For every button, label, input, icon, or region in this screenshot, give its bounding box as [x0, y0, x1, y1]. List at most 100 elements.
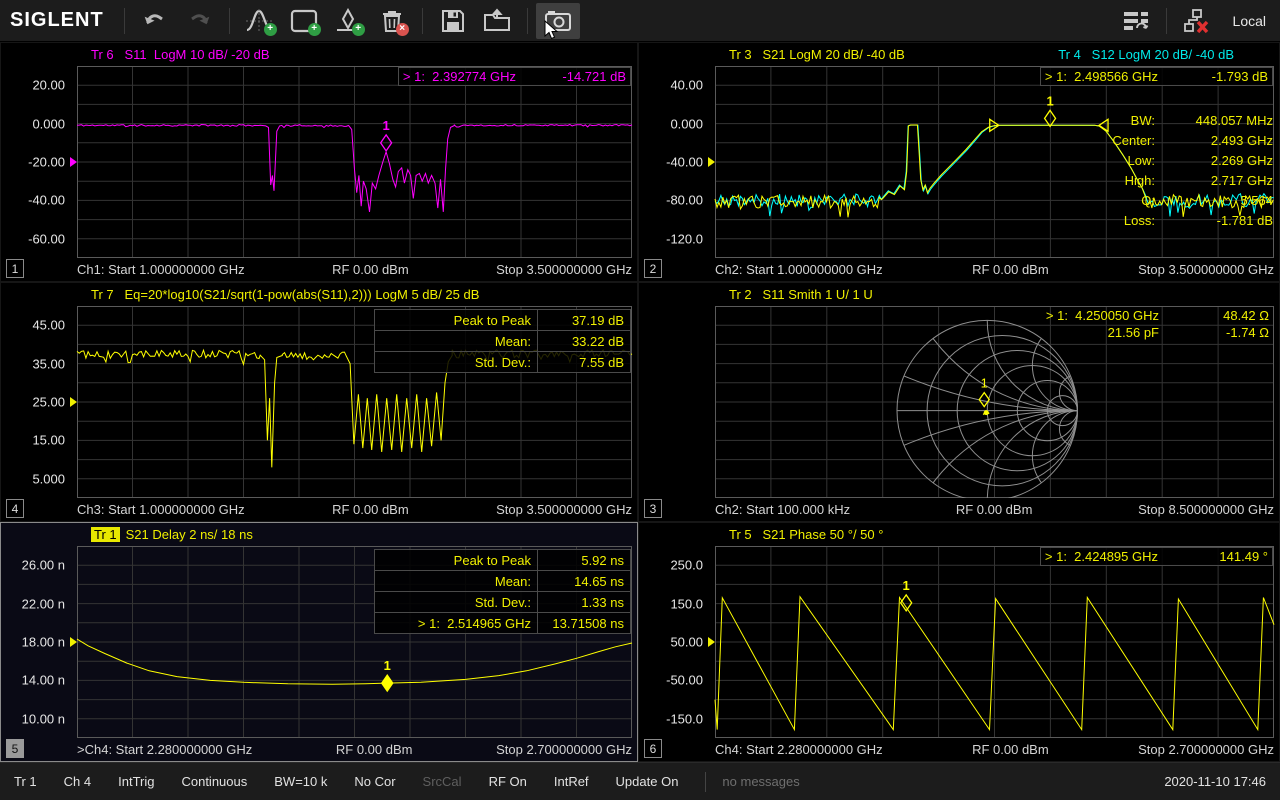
panel-4[interactable]: Tr 7 Eq=20*log10(S21/sqrt(1-pow(abs(S11)…	[0, 282, 638, 522]
rf-power: RF 0.00 dBm	[956, 502, 1033, 517]
y-axis-labels: 250.0150.050.00-50.00-150.0	[639, 546, 709, 738]
marker-readout: > 1: 4.250050 GHz48.42 Ω21.56 pF-1.74 Ω	[1042, 307, 1273, 341]
undo-button[interactable]	[133, 3, 177, 39]
status-item-bw-10-k[interactable]: BW=10 k	[274, 774, 327, 789]
trace-title[interactable]: Tr 4 S12 LogM 20 dB/ -40 dB	[1058, 47, 1234, 62]
svg-text:1: 1	[981, 376, 988, 391]
channel-span: Ch3: Start 1.000000000 GHz	[77, 502, 245, 517]
panel-4-footer: 4Ch3: Start 1.000000000 GHzRF 0.00 dBmSt…	[1, 497, 637, 521]
plus-badge: +	[308, 23, 321, 36]
svg-text:1: 1	[903, 578, 910, 593]
window-number-badge[interactable]: 4	[6, 499, 24, 518]
trace-title[interactable]: Tr 3 S21 LogM 20 dB/ -40 dB	[729, 47, 905, 62]
save-button[interactable]	[431, 3, 475, 39]
delete-button[interactable]: ×	[370, 3, 414, 39]
toolbar-separator	[422, 8, 423, 34]
panel-6-header: Tr 5 S21 Phase 50 °/ 50 °	[639, 527, 1279, 545]
stop-frequency: Stop 2.700000000 GHz	[1138, 742, 1274, 757]
channel-span: Ch4: Start 2.280000000 GHz	[715, 742, 883, 757]
status-item-tr-1[interactable]: Tr 1	[14, 774, 37, 789]
toolbar-separator	[527, 8, 528, 34]
panel-5-footer: 5>Ch4: Start 2.280000000 GHzRF 0.00 dBmS…	[1, 737, 637, 761]
svg-text:1: 1	[383, 118, 390, 133]
panel-6[interactable]: Tr 5 S21 Phase 50 °/ 50 ° 250.0150.050.00…	[638, 522, 1280, 762]
bandwidth-readout: BW:448.057 MHzCenter:2.493 GHzLow:2.269 …	[1112, 110, 1273, 230]
y-axis-labels: 45.0035.0025.0015.005.000	[1, 306, 71, 498]
status-item-srccal[interactable]: SrcCal	[423, 774, 462, 789]
trace-statistics: Peak to Peak37.19 dBMean:33.22 dBStd. De…	[374, 309, 631, 373]
network-button[interactable]	[1175, 3, 1219, 39]
plus-badge: +	[352, 23, 365, 36]
panel-5[interactable]: Tr 1 S21 Delay 2 ns/ 18 ns 26.00 n22.00 n1…	[0, 522, 638, 762]
recall-button[interactable]	[475, 3, 519, 39]
system-status-button[interactable]	[1114, 3, 1158, 39]
window-number-badge[interactable]: 5	[6, 739, 24, 758]
recall-folder-icon	[483, 8, 511, 34]
panel-5-header: Tr 1 S21 Delay 2 ns/ 18 ns	[1, 527, 637, 545]
status-item-intref[interactable]: IntRef	[554, 774, 589, 789]
y-axis-labels: 26.00 n22.00 n18.00 n14.00 n10.00 n	[1, 546, 71, 738]
plot-area[interactable]: Peak to Peak37.19 dBMean:33.22 dBStd. De…	[77, 306, 632, 498]
status-message: no messages	[722, 774, 799, 789]
panel-1-header: Tr 6 S11 LogM 10 dB/ -20 dB	[1, 47, 637, 65]
stop-frequency: Stop 3.500000000 GHz	[1138, 262, 1274, 277]
window-number-badge[interactable]: 1	[6, 259, 24, 278]
svg-text:1: 1	[1046, 93, 1053, 108]
channel-span: Ch2: Start 100.000 kHz	[715, 502, 850, 517]
status-item-update-on[interactable]: Update On	[616, 774, 679, 789]
plot-area[interactable]: 1 > 1: 2.392774 GHz-14.721 dB	[77, 66, 632, 258]
status-separator	[705, 772, 706, 792]
local-label: Local	[1233, 13, 1266, 29]
panel-1[interactable]: Tr 6 S11 LogM 10 dB/ -20 dB 20.000.000-20…	[0, 42, 638, 282]
svg-text:1: 1	[384, 658, 391, 673]
channel-span: Ch2: Start 1.000000000 GHz	[715, 262, 883, 277]
window-number-badge[interactable]: 3	[644, 499, 662, 518]
window-number-badge[interactable]: 2	[644, 259, 662, 278]
marker-readout: > 1: 2.392774 GHz-14.721 dB	[398, 67, 631, 86]
plot-area[interactable]: 1 > 1: 2.498566 GHz-1.793 dB BW:448.057 MH…	[715, 66, 1274, 258]
toolbar-separator	[229, 8, 230, 34]
panel-3[interactable]: Tr 2 S11 Smith 1 U/ 1 U 1 > 1: 4.250050 GH…	[638, 282, 1280, 522]
status-item-continuous[interactable]: Continuous	[181, 774, 247, 789]
add-marker-button[interactable]: +	[326, 3, 370, 39]
status-item-inttrig[interactable]: IntTrig	[118, 774, 154, 789]
panel-1-footer: 1Ch1: Start 1.000000000 GHzRF 0.00 dBmSt…	[1, 257, 637, 281]
trace-title[interactable]: S21 Delay 2 ns/ 18 ns	[126, 527, 253, 542]
status-item-rf-on[interactable]: RF On	[489, 774, 527, 789]
channel-span: >Ch4: Start 2.280000000 GHz	[77, 742, 252, 757]
plot-area[interactable]: 1 > 1: 4.250050 GHz48.42 Ω21.56 pF-1.74 Ω	[715, 306, 1274, 498]
trace-title[interactable]: Tr 6 S11 LogM 10 dB/ -20 dB	[91, 47, 269, 62]
toolbar: SIGLENT + + +	[0, 0, 1280, 42]
redo-icon	[187, 10, 211, 32]
panel-2[interactable]: Tr 3 S21 LogM 20 dB/ -40 dB Tr 4 S12 LogM…	[638, 42, 1280, 282]
marker-readout: > 1: 2.498566 GHz-1.793 dB	[1040, 67, 1273, 86]
trace-title[interactable]: Tr 7 Eq=20*log10(S21/sqrt(1-pow(abs(S11)…	[91, 287, 479, 302]
plus-badge: +	[264, 23, 277, 36]
plot-area[interactable]: 1 Peak to Peak5.92 nsMean:14.65 nsStd. De…	[77, 546, 632, 738]
toolbar-separator	[1166, 8, 1167, 34]
status-item-no-cor[interactable]: No Cor	[354, 774, 395, 789]
siglent-logo: SIGLENT	[0, 9, 116, 32]
mouse-cursor	[544, 20, 560, 40]
trace-title[interactable]: Tr 2 S11 Smith 1 U/ 1 U	[729, 287, 873, 302]
y-axis-labels	[639, 306, 709, 498]
active-trace-chip[interactable]: Tr 1	[91, 527, 120, 542]
trace-statistics: Peak to Peak5.92 nsMean:14.65 nsStd. Dev…	[374, 549, 631, 634]
undo-icon	[143, 10, 167, 32]
y-axis-labels: 20.000.000-20.00-40.00-60.00	[1, 66, 71, 258]
stop-frequency: Stop 8.500000000 GHz	[1138, 502, 1274, 517]
add-window-button[interactable]: +	[282, 3, 326, 39]
plot-area[interactable]: 1> 1: 2.424895 GHz141.49 °	[715, 546, 1274, 738]
redo-button[interactable]	[177, 3, 221, 39]
panel-2-header: Tr 3 S21 LogM 20 dB/ -40 dB Tr 4 S12 LogM…	[639, 47, 1279, 65]
rf-power: RF 0.00 dBm	[336, 742, 413, 757]
save-icon	[440, 8, 466, 34]
status-item-ch-4[interactable]: Ch 4	[64, 774, 91, 789]
channel-span: Ch1: Start 1.000000000 GHz	[77, 262, 245, 277]
panel-3-header: Tr 2 S11 Smith 1 U/ 1 U	[639, 287, 1279, 305]
add-trace-button[interactable]: +	[238, 3, 282, 39]
window-number-badge[interactable]: 6	[644, 739, 662, 758]
x-badge: ×	[396, 23, 409, 36]
trace-title[interactable]: Tr 5 S21 Phase 50 °/ 50 °	[729, 527, 883, 542]
panel-grid: Tr 6 S11 LogM 10 dB/ -20 dB 20.000.000-20…	[0, 42, 1280, 762]
